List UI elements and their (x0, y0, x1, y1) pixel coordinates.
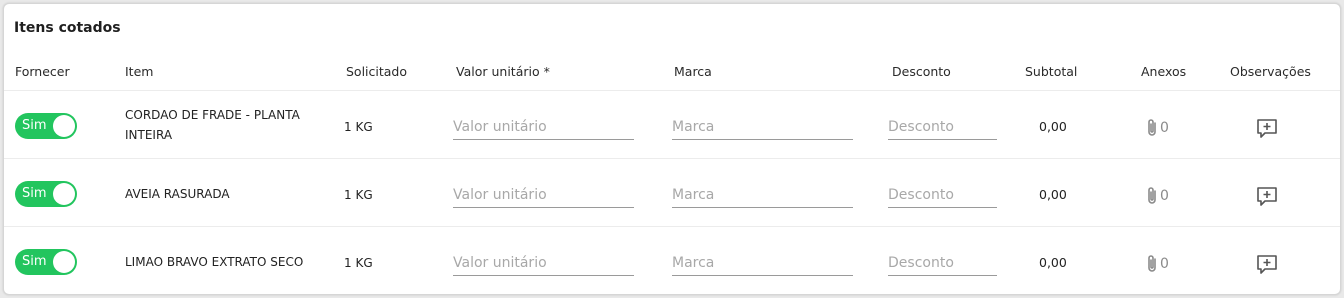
toggle-label: Sim (22, 254, 47, 269)
table-row: Sim AVEIA RASURADA 1 KG 0,00 0 (4, 158, 1340, 227)
table-row: Sim CORDAO DE FRADE - PLANTA INTEIRA 1 K… (4, 90, 1340, 159)
item-name: LIMAO BRAVO EXTRATO SECO (125, 255, 304, 269)
add-observation-button[interactable] (1256, 186, 1278, 212)
quoted-items-card: Itens cotados Fornecer Item Solicitado V… (3, 3, 1341, 295)
column-header-fornecer: Fornecer (15, 64, 70, 79)
paperclip-icon (1148, 118, 1156, 136)
column-header-item: Item (125, 64, 154, 79)
attachments-button[interactable]: 0 (1145, 253, 1169, 274)
discount-input[interactable] (888, 183, 997, 208)
column-header-subtotal: Subtotal (1025, 64, 1078, 79)
column-header-solicitado: Solicitado (346, 64, 408, 79)
item-quantity: 1 KG (344, 256, 373, 270)
brand-input[interactable] (672, 183, 853, 208)
toggle-label: Sim (22, 118, 47, 133)
item-name: CORDAO DE FRADE - PLANTA INTEIRA (125, 108, 300, 142)
add-comment-icon (1257, 119, 1277, 138)
item-subtotal: 0,00 (1039, 255, 1067, 270)
column-header-desconto: Desconto (892, 64, 951, 79)
column-header-observacoes: Observações (1230, 64, 1311, 79)
fornecer-toggle[interactable]: Sim (15, 113, 77, 139)
unit-price-input[interactable] (453, 183, 634, 208)
column-header-anexos: Anexos (1141, 64, 1187, 79)
fornecer-toggle[interactable]: Sim (15, 181, 77, 207)
add-comment-icon (1257, 255, 1277, 274)
column-header-marca: Marca (674, 64, 712, 79)
table-row: Sim LIMAO BRAVO EXTRATO SECO 1 KG 0,00 0 (4, 226, 1340, 294)
toggle-label: Sim (22, 186, 47, 201)
paperclip-icon (1148, 254, 1156, 272)
toggle-knob (53, 115, 75, 137)
column-header-valor-unitario: Valor unitário * (456, 64, 550, 79)
attachments-button[interactable]: 0 (1145, 117, 1169, 138)
section-title: Itens cotados (14, 20, 121, 36)
toggle-knob (53, 183, 75, 205)
add-observation-button[interactable] (1256, 118, 1278, 144)
brand-input[interactable] (672, 251, 853, 276)
paperclip-icon (1148, 186, 1156, 204)
add-observation-button[interactable] (1256, 254, 1278, 280)
item-quantity: 1 KG (344, 188, 373, 202)
add-comment-icon (1257, 187, 1277, 206)
discount-input[interactable] (888, 251, 997, 276)
attachments-count: 0 (1160, 119, 1169, 136)
item-name: AVEIA RASURADA (125, 187, 230, 201)
unit-price-input[interactable] (453, 115, 634, 140)
item-quantity: 1 KG (344, 120, 373, 134)
item-subtotal: 0,00 (1039, 187, 1067, 202)
brand-input[interactable] (672, 115, 853, 140)
attachments-count: 0 (1160, 255, 1169, 272)
fornecer-toggle[interactable]: Sim (15, 249, 77, 275)
attachments-count: 0 (1160, 187, 1169, 204)
discount-input[interactable] (888, 115, 997, 140)
attachments-button[interactable]: 0 (1145, 185, 1169, 206)
unit-price-input[interactable] (453, 251, 634, 276)
toggle-knob (53, 251, 75, 273)
item-subtotal: 0,00 (1039, 119, 1067, 134)
